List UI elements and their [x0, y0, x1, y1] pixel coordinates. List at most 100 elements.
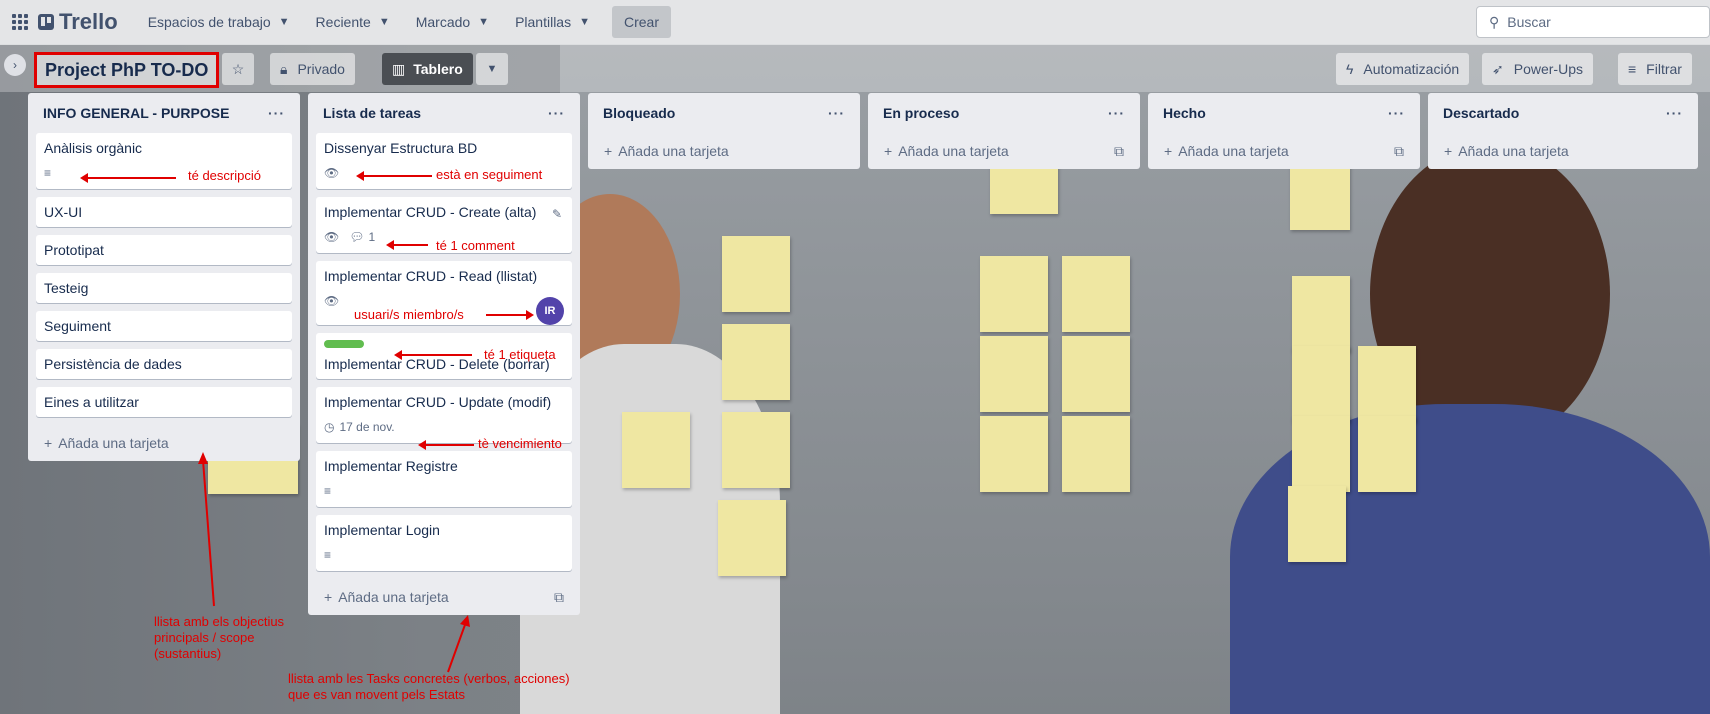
- card-badges: ≡: [324, 546, 564, 564]
- card[interactable]: Implementar CRUD - Update (modif) ◷ 17 de…: [316, 387, 572, 443]
- comment-count: 1: [368, 230, 376, 244]
- recent-menu[interactable]: Reciente ▼: [304, 6, 402, 38]
- card[interactable]: Implementar Registre ≡: [316, 451, 572, 507]
- board-view-icon: ▥: [392, 60, 406, 77]
- list-menu-icon[interactable]: ···: [1666, 105, 1683, 121]
- plus-icon: +: [1444, 143, 1453, 159]
- card[interactable]: Seguiment: [36, 311, 292, 341]
- annotation-text: llista amb les Tasks concretes (verbos, …: [288, 671, 570, 686]
- add-card-button[interactable]: + Añada una tarjeta: [1428, 133, 1698, 169]
- add-card-button[interactable]: + Añada una tarjeta ⧉: [868, 133, 1140, 169]
- card-label[interactable]: [324, 340, 364, 348]
- sidebar-toggle-button[interactable]: ›: [4, 54, 26, 76]
- card-title: Implementar CRUD - Create (alta): [324, 204, 537, 220]
- visibility-label: Privado: [297, 61, 345, 77]
- chevron-down-icon: ▼: [486, 63, 498, 75]
- list-menu-icon[interactable]: ···: [1108, 105, 1125, 121]
- search-icon: ⚲: [1489, 13, 1500, 30]
- edit-pencil-icon[interactable]: ✎: [552, 207, 562, 221]
- card[interactable]: Testeig: [36, 273, 292, 303]
- templates-menu[interactable]: Plantillas ▼: [503, 6, 602, 38]
- list-menu-icon[interactable]: ···: [548, 105, 565, 121]
- plus-icon: +: [884, 143, 893, 159]
- clock-icon: ◷: [324, 420, 335, 434]
- view-switcher-button[interactable]: ▼: [476, 53, 508, 85]
- visibility-button[interactable]: 🔒︎ Privado: [270, 53, 355, 85]
- annotation-text: principals / scope: [154, 630, 255, 645]
- annotation-arrow: [80, 173, 176, 183]
- annotation-arrow: [418, 440, 474, 450]
- list-menu-icon[interactable]: ···: [1388, 105, 1405, 121]
- list-info-general[interactable]: INFO GENERAL - PURPOSE ··· Anàlisis orgà…: [28, 93, 300, 461]
- list-header: Bloqueado ···: [588, 93, 860, 133]
- card[interactable]: Eines a utilitzar: [36, 387, 292, 417]
- card[interactable]: Implementar Login ≡: [316, 515, 572, 571]
- powerups-button[interactable]: ➶ Power-Ups: [1482, 53, 1593, 85]
- template-icon[interactable]: ⧉: [1114, 143, 1124, 160]
- card-title: Prototipat: [44, 242, 104, 258]
- card[interactable]: Persistència de dades: [36, 349, 292, 379]
- annotation-label: té 1 etiqueta: [484, 347, 556, 362]
- menu-label: Marcado: [415, 14, 471, 30]
- template-icon[interactable]: ⧉: [554, 589, 564, 606]
- add-card-button[interactable]: + Añada una tarjeta: [588, 133, 860, 169]
- list-hecho[interactable]: Hecho ··· + Añada una tarjeta ⧉: [1148, 93, 1420, 169]
- chevron-down-icon: ▼: [579, 16, 590, 28]
- card-title: Implementar CRUD - Update (modif): [324, 394, 552, 410]
- card[interactable]: UX-UI: [36, 197, 292, 227]
- add-card-button[interactable]: + Añada una tarjeta: [28, 425, 300, 461]
- card-title: Persistència de dades: [44, 356, 182, 372]
- description-icon: ≡: [324, 484, 332, 498]
- list-menu-icon[interactable]: ···: [268, 105, 285, 121]
- comment-icon: 💬︎: [349, 230, 365, 244]
- add-card-label: Añada una tarjeta: [1458, 143, 1569, 159]
- top-navigation-bar: Trello Espacios de trabajo ▼ Reciente ▼ Ma…: [0, 0, 1710, 45]
- lightning-icon: ϟ: [1346, 61, 1354, 77]
- due-date-badge[interactable]: ◷ 17 de nov.: [324, 420, 395, 434]
- list-title[interactable]: Hecho: [1163, 105, 1206, 121]
- workspaces-menu[interactable]: Espacios de trabajo ▼: [136, 6, 302, 38]
- automation-button[interactable]: ϟ Automatización: [1336, 53, 1470, 85]
- template-icon[interactable]: ⧉: [1394, 143, 1404, 160]
- description-icon: ≡: [324, 548, 332, 562]
- card-title: Anàlisis orgànic: [44, 140, 143, 156]
- add-card-button[interactable]: + Añada una tarjeta ⧉: [308, 579, 580, 615]
- list-title[interactable]: En proceso: [883, 105, 959, 121]
- plus-icon: +: [324, 589, 333, 605]
- card-badges: ≡: [324, 482, 564, 500]
- board-view-button[interactable]: ▥ Tablero: [382, 53, 473, 85]
- card-title: Seguiment: [44, 318, 111, 334]
- avatar[interactable]: IR: [536, 297, 564, 325]
- annotation-comment: té 1 comment: [436, 238, 515, 253]
- filter-button[interactable]: ≡ Filtrar: [1618, 53, 1692, 85]
- list-title[interactable]: INFO GENERAL - PURPOSE: [43, 105, 229, 121]
- search-input[interactable]: ⚲ Buscar: [1476, 6, 1710, 38]
- annotation-arrow: [486, 310, 534, 320]
- board-header: › Project PhP TO-DO ☆ 🔒︎ Privado ▥ Table…: [0, 44, 1710, 92]
- annotation-arrow: [356, 171, 432, 181]
- create-button[interactable]: Crear: [611, 6, 671, 38]
- list-title[interactable]: Lista de tareas: [323, 105, 421, 121]
- list-title[interactable]: Descartado: [1443, 105, 1519, 121]
- list-bloqueado[interactable]: Bloqueado ··· + Añada una tarjeta: [588, 93, 860, 169]
- card[interactable]: Prototipat: [36, 235, 292, 265]
- trello-logo-text: Trello: [59, 9, 118, 34]
- add-card-button[interactable]: + Añada una tarjeta ⧉: [1148, 133, 1420, 169]
- comment-badge: 💬︎ 1: [349, 230, 375, 244]
- chevron-down-icon: ▼: [478, 16, 490, 28]
- menu-label: Plantillas: [515, 14, 572, 30]
- rocket-icon: ➶: [1492, 60, 1504, 77]
- board-title[interactable]: Project PhP TO-DO: [34, 52, 220, 88]
- card-title: Eines a utilitzar: [44, 394, 139, 410]
- list-descartado[interactable]: Descartado ··· + Añada una tarjeta: [1428, 93, 1698, 169]
- list-title[interactable]: Bloqueado: [603, 105, 675, 121]
- lock-icon: 🔒︎: [280, 60, 288, 77]
- app-switcher-icon[interactable]: [12, 14, 28, 30]
- trello-logo[interactable]: Trello: [38, 9, 118, 35]
- starred-menu[interactable]: Marcado ▼: [404, 6, 501, 38]
- star-board-button[interactable]: ☆: [222, 53, 254, 85]
- list-en-proceso[interactable]: En proceso ··· + Añada una tarjeta ⧉: [868, 93, 1140, 169]
- list-header: INFO GENERAL - PURPOSE ···: [28, 93, 300, 133]
- list-menu-icon[interactable]: ···: [828, 105, 845, 121]
- list-header: Hecho ···: [1148, 93, 1420, 133]
